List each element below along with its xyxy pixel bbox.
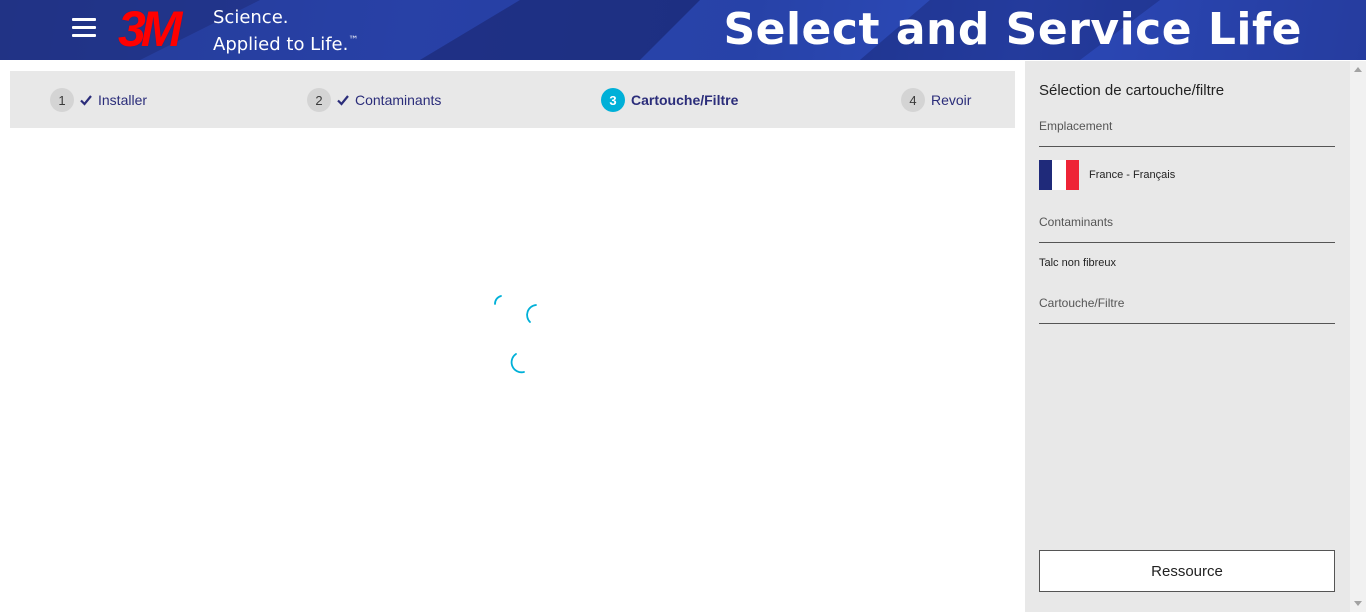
step-label: Revoir [931,92,972,108]
3m-logo: 3M [118,1,183,57]
step-label: Contaminants [355,92,442,108]
step-label: Cartouche/Filtre [631,92,739,108]
step-cartouche-filtre[interactable]: 3 Cartouche/Filtre [601,88,738,112]
loading-spinner-icon [494,295,537,374]
location-value: France - Français [1039,160,1175,190]
step-number: 4 [901,88,925,112]
location-heading: Emplacement [1039,119,1335,147]
step-label: Installer [98,92,148,108]
app-header: 3M Science. Applied to Life.™ Select and… [0,0,1366,60]
hamburger-menu-icon[interactable] [72,18,98,42]
scroll-down-arrow-icon[interactable] [1354,601,1362,606]
location-text: France - Français [1089,169,1176,181]
brand-tagline: Science. Applied to Life.™ [213,6,358,56]
tagline-line1: Science. [213,7,289,28]
app-title: Select and Service Life [723,4,1302,55]
step-revoir[interactable]: 4 Revoir [901,88,971,112]
step-number: 3 [601,88,625,112]
step-installer[interactable]: 1 Installer [50,88,147,112]
progress-stepper: 1 Installer 2 Contaminants 3 Cartouche/F… [10,71,1015,128]
checkmark-icon [80,95,92,106]
contaminants-heading: Contaminants [1039,215,1335,243]
resource-button[interactable]: Ressource [1039,550,1335,592]
tagline-line2: Applied to Life.™ [213,34,359,55]
contaminant-value: Talc non fibreux [1039,257,1117,269]
checkmark-icon [337,95,349,106]
step-number: 1 [50,88,74,112]
sidebar-title: Sélection de cartouche/filtre [1039,82,1225,99]
cartridge-heading: Cartouche/Filtre [1039,296,1335,324]
step-contaminants[interactable]: 2 Contaminants [307,88,441,112]
scroll-up-arrow-icon[interactable] [1354,67,1362,72]
france-flag-icon [1039,160,1079,190]
sidebar-scrollbar[interactable] [1350,61,1366,612]
selection-summary-sidebar: Sélection de cartouche/filtre Emplacemen… [1025,61,1350,612]
step-number: 2 [307,88,331,112]
